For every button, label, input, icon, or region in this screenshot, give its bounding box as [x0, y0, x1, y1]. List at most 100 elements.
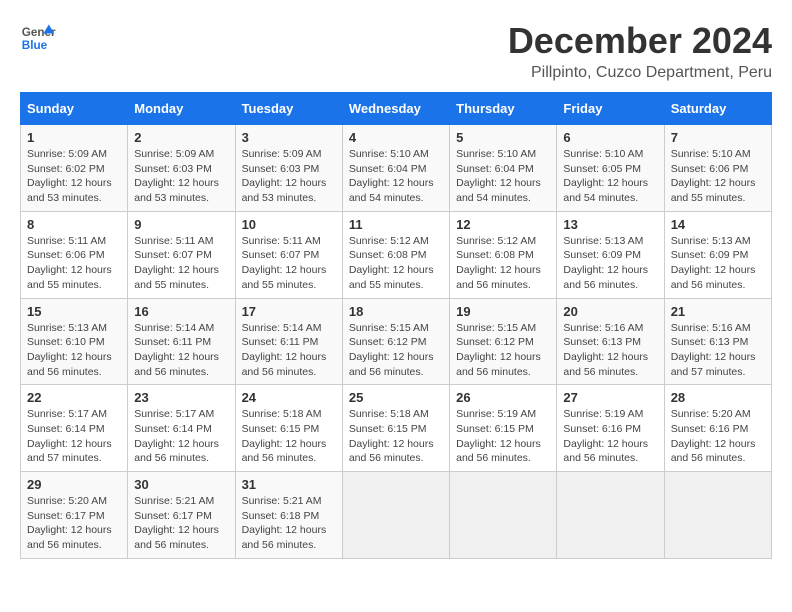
calendar-cell: 31 Sunrise: 5:21 AM Sunset: 6:18 PM Dayli… [235, 472, 342, 559]
calendar-cell: 11 Sunrise: 5:12 AM Sunset: 6:08 PM Dayli… [342, 211, 449, 298]
day-info: Sunrise: 5:19 AM Sunset: 6:16 PM Dayligh… [563, 407, 657, 466]
calendar-cell [450, 472, 557, 559]
day-number: 31 [242, 477, 336, 492]
calendar-cell: 29Sunrise: 5:20 AM Sunset: 6:17 PM Dayli… [21, 472, 128, 559]
day-number: 10 [242, 217, 336, 232]
day-number: 17 [242, 304, 336, 319]
calendar-cell: 6 Sunrise: 5:10 AM Sunset: 6:05 PM Daylig… [557, 125, 664, 212]
calendar-cell: 14Sunrise: 5:13 AM Sunset: 6:09 PM Dayli… [664, 211, 771, 298]
weekday-header-tuesday: Tuesday [235, 93, 342, 125]
calendar-cell: 2Sunrise: 5:09 AM Sunset: 6:03 PM Daylig… [128, 125, 235, 212]
day-info: Sunrise: 5:14 AM Sunset: 6:11 PM Dayligh… [134, 321, 228, 380]
weekday-header-friday: Friday [557, 93, 664, 125]
calendar-cell: 21Sunrise: 5:16 AM Sunset: 6:13 PM Dayli… [664, 298, 771, 385]
day-number: 5 [456, 130, 550, 145]
page-title: December 2024 [508, 20, 772, 62]
weekday-header-wednesday: Wednesday [342, 93, 449, 125]
day-number: 15 [27, 304, 121, 319]
day-number: 18 [349, 304, 443, 319]
day-info: Sunrise: 5:10 AM Sunset: 6:04 PM Dayligh… [456, 147, 550, 206]
calendar-cell: 19 Sunrise: 5:15 AM Sunset: 6:12 PM Dayli… [450, 298, 557, 385]
calendar-cell [557, 472, 664, 559]
day-info: Sunrise: 5:15 AM Sunset: 6:12 PM Dayligh… [349, 321, 443, 380]
day-number: 24 [242, 390, 336, 405]
day-info: Sunrise: 5:10 AM Sunset: 6:06 PM Dayligh… [671, 147, 765, 206]
calendar-week-row: 22 Sunrise: 5:17 AM Sunset: 6:14 PM Dayli… [21, 385, 772, 472]
calendar-cell [342, 472, 449, 559]
day-info: Sunrise: 5:10 AM Sunset: 6:05 PM Dayligh… [563, 147, 657, 206]
calendar-cell: 13 Sunrise: 5:13 AM Sunset: 6:09 PM Dayli… [557, 211, 664, 298]
calendar-cell: 22 Sunrise: 5:17 AM Sunset: 6:14 PM Dayli… [21, 385, 128, 472]
day-number: 29 [27, 477, 121, 492]
day-number: 22 [27, 390, 121, 405]
calendar-cell: 17 Sunrise: 5:14 AM Sunset: 6:11 PM Dayli… [235, 298, 342, 385]
day-number: 20 [563, 304, 657, 319]
header: General Blue December 2024 Pillpinto, Cu… [20, 20, 772, 82]
calendar-cell: 12 Sunrise: 5:12 AM Sunset: 6:08 PM Dayli… [450, 211, 557, 298]
weekday-header-saturday: Saturday [664, 93, 771, 125]
day-number: 19 [456, 304, 550, 319]
day-number: 12 [456, 217, 550, 232]
day-number: 13 [563, 217, 657, 232]
day-info: Sunrise: 5:16 AM Sunset: 6:13 PM Dayligh… [563, 321, 657, 380]
calendar-cell: 24 Sunrise: 5:18 AM Sunset: 6:15 PM Dayli… [235, 385, 342, 472]
day-info: Sunrise: 5:17 AM Sunset: 6:14 PM Dayligh… [134, 407, 228, 466]
calendar-week-row: 1Sunrise: 5:09 AM Sunset: 6:02 PM Daylig… [21, 125, 772, 212]
calendar-cell: 20 Sunrise: 5:16 AM Sunset: 6:13 PM Dayli… [557, 298, 664, 385]
day-info: Sunrise: 5:21 AM Sunset: 6:18 PM Dayligh… [242, 494, 336, 553]
calendar-cell: 30 Sunrise: 5:21 AM Sunset: 6:17 PM Dayli… [128, 472, 235, 559]
day-number: 11 [349, 217, 443, 232]
day-info: Sunrise: 5:18 AM Sunset: 6:15 PM Dayligh… [242, 407, 336, 466]
day-number: 8 [27, 217, 121, 232]
calendar-cell: 7Sunrise: 5:10 AM Sunset: 6:06 PM Daylig… [664, 125, 771, 212]
logo: General Blue [20, 20, 56, 56]
day-info: Sunrise: 5:20 AM Sunset: 6:16 PM Dayligh… [671, 407, 765, 466]
weekday-header-monday: Monday [128, 93, 235, 125]
calendar-cell: 1Sunrise: 5:09 AM Sunset: 6:02 PM Daylig… [21, 125, 128, 212]
day-info: Sunrise: 5:12 AM Sunset: 6:08 PM Dayligh… [349, 234, 443, 293]
day-info: Sunrise: 5:13 AM Sunset: 6:10 PM Dayligh… [27, 321, 121, 380]
day-info: Sunrise: 5:11 AM Sunset: 6:06 PM Dayligh… [27, 234, 121, 293]
calendar-cell [664, 472, 771, 559]
calendar-cell: 9Sunrise: 5:11 AM Sunset: 6:07 PM Daylig… [128, 211, 235, 298]
calendar-cell: 26 Sunrise: 5:19 AM Sunset: 6:15 PM Dayli… [450, 385, 557, 472]
day-number: 9 [134, 217, 228, 232]
svg-text:Blue: Blue [22, 39, 48, 52]
day-info: Sunrise: 5:16 AM Sunset: 6:13 PM Dayligh… [671, 321, 765, 380]
day-info: Sunrise: 5:18 AM Sunset: 6:15 PM Dayligh… [349, 407, 443, 466]
logo-icon: General Blue [20, 20, 56, 56]
day-number: 6 [563, 130, 657, 145]
calendar-cell: 23Sunrise: 5:17 AM Sunset: 6:14 PM Dayli… [128, 385, 235, 472]
calendar-cell: 15 Sunrise: 5:13 AM Sunset: 6:10 PM Dayli… [21, 298, 128, 385]
day-number: 1 [27, 130, 121, 145]
day-info: Sunrise: 5:11 AM Sunset: 6:07 PM Dayligh… [242, 234, 336, 293]
day-info: Sunrise: 5:13 AM Sunset: 6:09 PM Dayligh… [671, 234, 765, 293]
day-number: 30 [134, 477, 228, 492]
day-number: 27 [563, 390, 657, 405]
day-info: Sunrise: 5:15 AM Sunset: 6:12 PM Dayligh… [456, 321, 550, 380]
day-info: Sunrise: 5:09 AM Sunset: 6:03 PM Dayligh… [242, 147, 336, 206]
day-info: Sunrise: 5:12 AM Sunset: 6:08 PM Dayligh… [456, 234, 550, 293]
day-info: Sunrise: 5:19 AM Sunset: 6:15 PM Dayligh… [456, 407, 550, 466]
weekday-header-sunday: Sunday [21, 93, 128, 125]
weekday-header-row: SundayMondayTuesdayWednesdayThursdayFrid… [21, 93, 772, 125]
day-number: 25 [349, 390, 443, 405]
calendar-table: SundayMondayTuesdayWednesdayThursdayFrid… [20, 92, 772, 559]
calendar-week-row: 15 Sunrise: 5:13 AM Sunset: 6:10 PM Dayli… [21, 298, 772, 385]
day-info: Sunrise: 5:13 AM Sunset: 6:09 PM Dayligh… [563, 234, 657, 293]
day-info: Sunrise: 5:14 AM Sunset: 6:11 PM Dayligh… [242, 321, 336, 380]
day-info: Sunrise: 5:21 AM Sunset: 6:17 PM Dayligh… [134, 494, 228, 553]
calendar-cell: 10 Sunrise: 5:11 AM Sunset: 6:07 PM Dayli… [235, 211, 342, 298]
calendar-cell: 18 Sunrise: 5:15 AM Sunset: 6:12 PM Dayli… [342, 298, 449, 385]
weekday-header-thursday: Thursday [450, 93, 557, 125]
day-info: Sunrise: 5:09 AM Sunset: 6:03 PM Dayligh… [134, 147, 228, 206]
day-number: 4 [349, 130, 443, 145]
calendar-cell: 28Sunrise: 5:20 AM Sunset: 6:16 PM Dayli… [664, 385, 771, 472]
calendar-week-row: 29Sunrise: 5:20 AM Sunset: 6:17 PM Dayli… [21, 472, 772, 559]
calendar-cell: 16Sunrise: 5:14 AM Sunset: 6:11 PM Dayli… [128, 298, 235, 385]
day-info: Sunrise: 5:17 AM Sunset: 6:14 PM Dayligh… [27, 407, 121, 466]
calendar-cell: 3Sunrise: 5:09 AM Sunset: 6:03 PM Daylig… [235, 125, 342, 212]
title-area: December 2024 Pillpinto, Cuzco Departmen… [508, 20, 772, 82]
calendar-cell: 27 Sunrise: 5:19 AM Sunset: 6:16 PM Dayli… [557, 385, 664, 472]
day-number: 26 [456, 390, 550, 405]
